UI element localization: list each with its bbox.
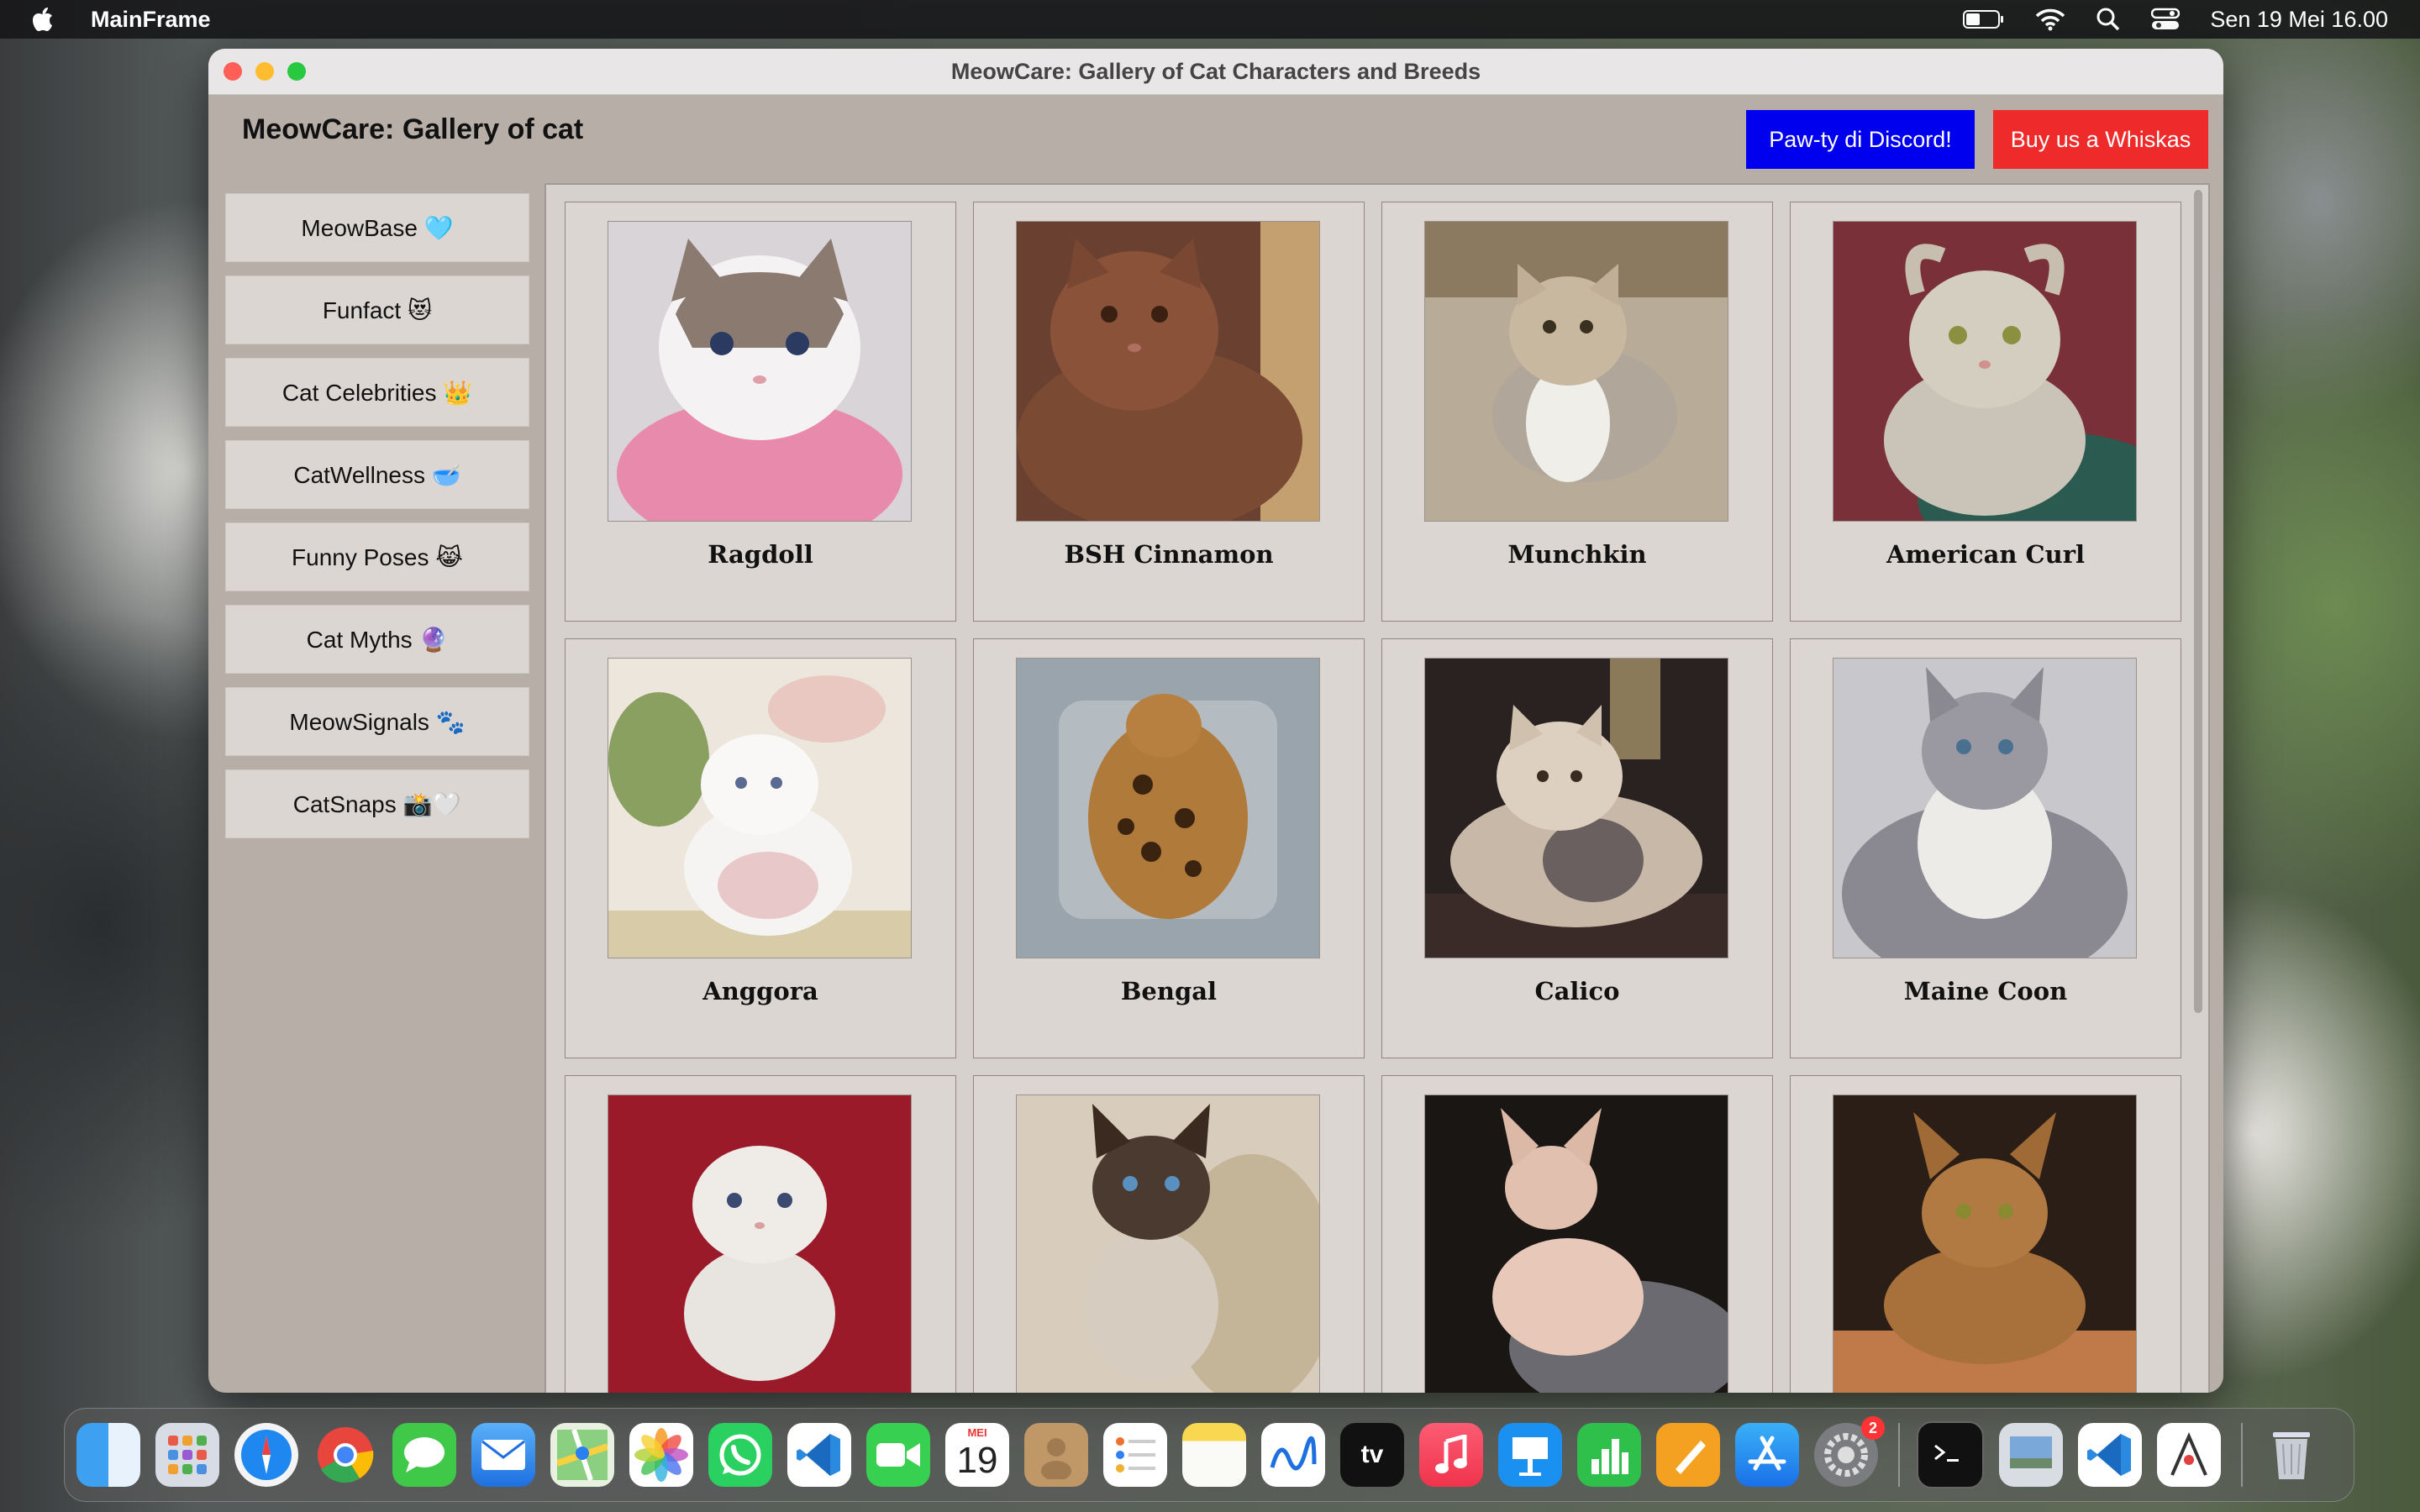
cat-card[interactable]: Bengal bbox=[973, 638, 1365, 1058]
cat-name: Calico bbox=[1534, 977, 1620, 1005]
app-store-icon[interactable] bbox=[1735, 1423, 1799, 1487]
cat-photo bbox=[608, 221, 912, 522]
page-title: MeowCare: Gallery of cat bbox=[242, 113, 584, 145]
maps-icon[interactable] bbox=[550, 1423, 614, 1487]
numbers-icon[interactable] bbox=[1577, 1423, 1641, 1487]
whatsapp-icon[interactable] bbox=[708, 1423, 772, 1487]
terminal-icon[interactable] bbox=[1917, 1421, 1984, 1488]
dock-separator bbox=[1898, 1423, 1900, 1487]
finder-icon[interactable] bbox=[76, 1423, 140, 1487]
menu-clock[interactable]: Sen 19 Mei 16.00 bbox=[2210, 7, 2388, 33]
menu-bar: MainFrame Sen 19 Mei 16.00 bbox=[0, 0, 2420, 39]
vscode-window-icon[interactable] bbox=[2078, 1423, 2142, 1487]
cat-card[interactable] bbox=[973, 1075, 1365, 1393]
cat-photo bbox=[1424, 221, 1728, 522]
cat-card[interactable] bbox=[1790, 1075, 2181, 1393]
system-settings-icon[interactable]: 2 bbox=[1814, 1416, 1885, 1487]
apple-tv-icon[interactable]: tv bbox=[1340, 1423, 1404, 1487]
calendar-month: MEI bbox=[967, 1426, 987, 1439]
sidebar-item-meowbase[interactable]: MeowBase 🩵 bbox=[225, 193, 529, 262]
photos-icon[interactable] bbox=[629, 1423, 693, 1487]
window-title: MeowCare: Gallery of Cat Characters and … bbox=[950, 58, 1481, 84]
sidebar-item-cat-myths[interactable]: Cat Myths 🔮 bbox=[225, 605, 529, 674]
cat-name: Maine Coon bbox=[1903, 977, 2068, 1005]
gallery-scrollbar[interactable] bbox=[2191, 190, 2205, 1391]
control-center-icon[interactable] bbox=[2151, 8, 2181, 31]
mail-icon[interactable] bbox=[471, 1423, 535, 1487]
cat-card[interactable]: Ragdoll bbox=[565, 202, 956, 622]
discord-button[interactable]: Paw-ty di Discord! bbox=[1746, 110, 1975, 169]
search-icon[interactable] bbox=[2096, 7, 2121, 32]
scrollbar-thumb[interactable] bbox=[2194, 190, 2202, 1013]
music-icon[interactable] bbox=[1419, 1423, 1483, 1487]
cat-name: Anggora bbox=[702, 977, 818, 1005]
sidebar-item-catwellness[interactable]: CatWellness 🥣 bbox=[225, 440, 529, 509]
cat-photo bbox=[1833, 658, 2137, 958]
launchpad-icon[interactable] bbox=[155, 1423, 219, 1487]
battery-icon[interactable] bbox=[1963, 9, 2005, 29]
cat-name: American Curl bbox=[1886, 540, 2086, 569]
cat-card[interactable] bbox=[1381, 1075, 1773, 1393]
cat-card[interactable]: Maine Coon bbox=[1790, 638, 2181, 1058]
buy-whiskas-button[interactable]: Buy us a Whiskas bbox=[1993, 110, 2208, 169]
apple-tv-label: tv bbox=[1360, 1441, 1384, 1468]
cat-photo bbox=[1424, 1095, 1728, 1393]
notification-badge: 2 bbox=[1861, 1416, 1885, 1440]
cat-card[interactable]: American Curl bbox=[1790, 202, 2181, 622]
cat-name: BSH Cinnamon bbox=[1064, 540, 1274, 569]
cat-photo bbox=[608, 658, 912, 958]
contacts-icon[interactable] bbox=[1024, 1423, 1088, 1487]
cat-card[interactable] bbox=[565, 1075, 956, 1393]
dock-separator bbox=[2241, 1423, 2243, 1487]
sidebar-item-meowsignals[interactable]: MeowSignals 🐾 bbox=[225, 687, 529, 756]
cat-photo bbox=[608, 1095, 912, 1393]
cat-card[interactable]: Calico bbox=[1381, 638, 1773, 1058]
cat-photo bbox=[1833, 1095, 2137, 1393]
keynote-icon[interactable] bbox=[1498, 1423, 1562, 1487]
trash-icon[interactable] bbox=[2260, 1423, 2323, 1487]
java-app-icon[interactable] bbox=[2157, 1423, 2221, 1487]
cat-photo bbox=[1016, 1095, 1320, 1393]
wifi-icon[interactable] bbox=[2035, 8, 2065, 31]
reminders-icon[interactable] bbox=[1103, 1423, 1167, 1487]
cat-name: Ragdoll bbox=[708, 540, 813, 569]
messages-icon[interactable] bbox=[392, 1423, 456, 1487]
cat-photo bbox=[1016, 221, 1320, 522]
cat-photo bbox=[1424, 658, 1728, 958]
apple-menu-icon[interactable] bbox=[32, 6, 55, 33]
calendar-day: 19 bbox=[956, 1440, 998, 1481]
cat-name: Munchkin bbox=[1507, 540, 1647, 569]
sidebar-item-catsnaps[interactable]: CatSnaps 📸🤍 bbox=[225, 769, 529, 838]
vscode-icon[interactable] bbox=[787, 1423, 851, 1487]
pages-icon[interactable] bbox=[1656, 1423, 1720, 1487]
sidebar: MeowBase 🩵 Funfact 😻 Cat Celebrities 👑 C… bbox=[225, 193, 529, 852]
calendar-icon[interactable]: MEI 19 bbox=[945, 1423, 1009, 1487]
cat-photo bbox=[1016, 658, 1320, 958]
cat-card[interactable]: BSH Cinnamon bbox=[973, 202, 1365, 622]
cat-photo bbox=[1833, 221, 2137, 522]
sidebar-item-funny-poses[interactable]: Funny Poses 😹 bbox=[225, 522, 529, 591]
app-window: MeowCare: Gallery of Cat Characters and … bbox=[208, 49, 2223, 1393]
facetime-icon[interactable] bbox=[866, 1423, 930, 1487]
notes-icon[interactable] bbox=[1182, 1423, 1246, 1487]
app-header: MeowCare: Gallery of cat Paw-ty di Disco… bbox=[208, 95, 2223, 179]
safari-icon[interactable] bbox=[234, 1423, 298, 1487]
cat-gallery[interactable]: Ragdoll BSH Cinnamon Munchkin American C… bbox=[544, 183, 2210, 1393]
cat-card[interactable]: Anggora bbox=[565, 638, 956, 1058]
menu-app-name[interactable]: MainFrame bbox=[91, 7, 211, 33]
window-titlebar[interactable]: MeowCare: Gallery of Cat Characters and … bbox=[208, 49, 2223, 95]
sidebar-item-funfact[interactable]: Funfact 😻 bbox=[225, 276, 529, 344]
freeform-icon[interactable] bbox=[1261, 1423, 1325, 1487]
cat-name: Bengal bbox=[1120, 977, 1218, 1005]
dock: MEI 19 tv 2 bbox=[64, 1408, 2354, 1502]
cat-card[interactable]: Munchkin bbox=[1381, 202, 1773, 622]
chrome-icon[interactable] bbox=[313, 1423, 377, 1487]
sidebar-item-cat-celebrities[interactable]: Cat Celebrities 👑 bbox=[225, 358, 529, 427]
preview-icon[interactable] bbox=[1999, 1423, 2063, 1487]
